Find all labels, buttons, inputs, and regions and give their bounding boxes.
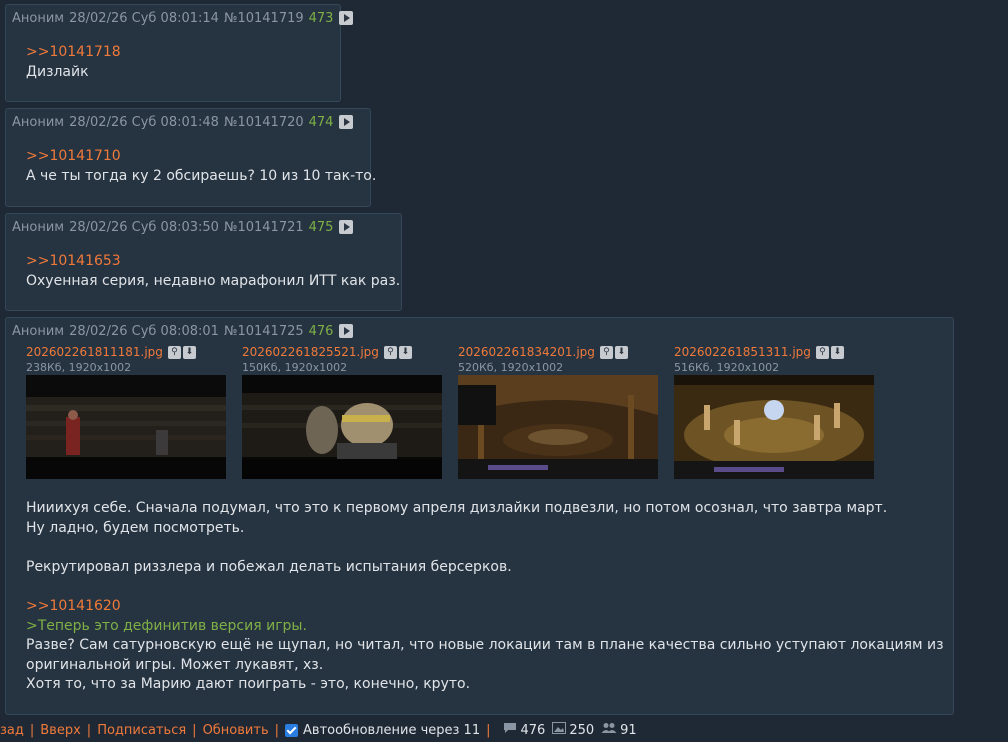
play-icon[interactable] <box>339 115 354 129</box>
post-number[interactable]: №10141719 <box>224 11 304 26</box>
file-name[interactable]: 202602261811181.jpg <box>26 345 163 359</box>
post-text: Рекрутировал риззлера и побежал делать и… <box>26 558 512 575</box>
posts-count: 476 <box>520 722 546 738</box>
post-body: >>10141653 Охуенная серия, недавно мараф… <box>26 252 400 291</box>
post-text: оригинальной игры. Может лукавят, хз. <box>26 656 324 673</box>
poster-name: Аноним <box>12 323 65 339</box>
post-body: >>10141710 А че ты тогда ку 2 обсираешь?… <box>26 147 376 186</box>
post-number[interactable]: №10141720 <box>224 115 304 130</box>
post-header: Аноним 28/02/26 Суб 08:01:14 №10141719 4… <box>12 10 354 26</box>
up-link[interactable]: Вверх <box>40 723 81 738</box>
post-text: Охуенная серия, недавно марафонил ИТТ ка… <box>26 272 401 289</box>
refresh-link[interactable]: Обновить <box>203 723 269 738</box>
post-text: Разве? Сам сатурновскую ещё не щупал, но… <box>26 637 944 654</box>
post-header: Аноним 28/02/26 Суб 08:03:50 №10141721 4… <box>12 219 354 235</box>
search-icon[interactable]: ⚲ <box>815 345 829 359</box>
post: Аноним 28/02/26 Суб 08:01:14 №10141719 4… <box>5 4 354 102</box>
file-meta: 238Кб, 1920x1002 <box>26 361 132 374</box>
file-meta: 520Кб, 1920x1002 <box>458 361 564 374</box>
thread-footer: зад | Вверх | Подписаться | Обновить | А… <box>0 720 1008 740</box>
file-thumbnail[interactable] <box>458 375 658 479</box>
post-text: Хотя то, что за Марию дают поиграть - эт… <box>26 676 471 693</box>
poster-name: Аноним <box>12 10 65 26</box>
post-body: >>10141718 Дизлайк <box>26 43 121 82</box>
post-date: 28/02/26 Суб 08:08:01 <box>69 323 219 339</box>
play-icon[interactable] <box>339 324 354 338</box>
comment-icon <box>503 722 517 738</box>
download-icon[interactable]: ⬇ <box>614 345 628 359</box>
reply-link[interactable]: >>10141718 <box>26 43 121 63</box>
autoupdate-label: Автообновление через 11 <box>303 722 481 738</box>
post: Аноним 28/02/26 Суб 08:01:48 №10141720 4… <box>5 108 376 207</box>
poster-name: Аноним <box>12 114 65 130</box>
post-text: Нииихуя себе. Сначала подумал, что это к… <box>26 500 888 516</box>
image-icon <box>552 722 567 738</box>
post-count: 473 <box>308 10 334 26</box>
post-text: А че ты тогда ку 2 обсираешь? 10 из 10 т… <box>26 167 377 184</box>
search-icon[interactable]: ⚲ <box>167 345 181 359</box>
quote-text: >Теперь это дефинитив версия игры. <box>26 617 307 634</box>
separator: | <box>86 722 92 738</box>
file-name[interactable]: 202602261834201.jpg <box>458 345 595 359</box>
separator: | <box>29 722 35 738</box>
file-thumbnail[interactable] <box>242 375 442 479</box>
subscribe-link[interactable]: Подписаться <box>97 723 186 738</box>
search-icon[interactable]: ⚲ <box>599 345 613 359</box>
autoupdate-checkbox[interactable] <box>285 723 299 737</box>
separator: | <box>274 722 280 738</box>
separator: | <box>192 722 197 738</box>
post: Аноним 28/02/26 Суб 08:03:50 №10141721 4… <box>5 213 402 311</box>
download-icon[interactable]: ⬇ <box>182 345 196 359</box>
download-icon[interactable]: ⬇ <box>830 345 844 359</box>
post-count: 476 <box>308 323 334 339</box>
reply-link[interactable]: >>10141620 <box>26 597 944 617</box>
back-link[interactable]: зад <box>0 723 24 738</box>
file-name[interactable]: 202602261825521.jpg <box>242 345 379 359</box>
post-date: 28/02/26 Суб 08:01:14 <box>69 10 219 26</box>
users-count: 91 <box>620 722 637 738</box>
file-meta: 150Кб, 1920x1002 <box>242 361 348 374</box>
file-meta: 516Кб, 1920x1002 <box>674 361 780 374</box>
search-icon[interactable]: ⚲ <box>383 345 397 359</box>
download-icon[interactable]: ⬇ <box>398 345 412 359</box>
post-text: Дизлайк <box>26 63 89 80</box>
separator: | <box>486 722 491 738</box>
file-thumbnail[interactable] <box>26 375 226 479</box>
post: Аноним 28/02/26 Суб 08:08:01 №10141725 4… <box>5 317 954 715</box>
post-body: Нииихуя себе. Сначала подумал, что это к… <box>26 499 944 695</box>
file-attachment: 202602261825521.jpg ⚲ ⬇ 150Кб, 1920x1002 <box>242 344 442 479</box>
play-icon[interactable] <box>339 220 354 234</box>
post-text: Ну ладно, будем посмотреть. <box>26 519 245 536</box>
users-icon <box>601 722 617 738</box>
play-icon[interactable] <box>339 11 354 25</box>
file-thumbnail[interactable] <box>674 375 874 479</box>
post-date: 28/02/26 Суб 08:03:50 <box>69 219 219 235</box>
post-count: 474 <box>308 114 334 130</box>
post-number[interactable]: №10141725 <box>224 324 304 339</box>
reply-link[interactable]: >>10141710 <box>26 147 376 167</box>
poster-name: Аноним <box>12 219 65 235</box>
file-attachment: 202602261811181.jpg ⚲ ⬇ 238Кб, 1920x1002 <box>26 344 226 479</box>
post-date: 28/02/26 Суб 08:01:48 <box>69 114 219 130</box>
file-attachment: 202602261834201.jpg ⚲ ⬇ 520Кб, 1920x1002 <box>458 344 658 479</box>
file-name[interactable]: 202602261851311.jpg <box>674 345 811 359</box>
file-attachment: 202602261851311.jpg ⚲ ⬇ 516Кб, 1920x1002 <box>674 344 874 479</box>
images-count: 250 <box>569 722 595 738</box>
post-header: Аноним 28/02/26 Суб 08:01:48 №10141720 4… <box>12 114 354 130</box>
post-count: 475 <box>308 219 334 235</box>
reply-link[interactable]: >>10141653 <box>26 252 400 272</box>
post-header: Аноним 28/02/26 Суб 08:08:01 №10141725 4… <box>12 323 354 339</box>
post-number[interactable]: №10141721 <box>224 220 304 235</box>
